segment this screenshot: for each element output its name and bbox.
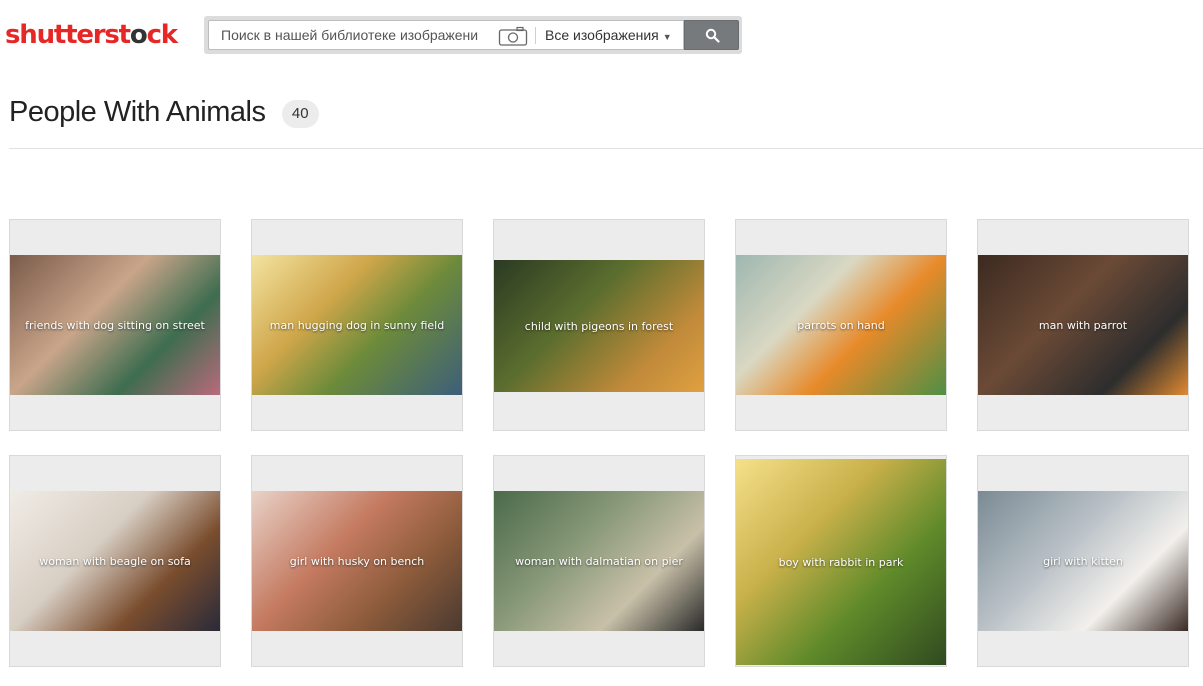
image-label: woman with beagle on sofa: [39, 554, 191, 568]
image-type-label: Все изображения: [545, 27, 659, 43]
logo-o: o: [129, 20, 148, 50]
image-tile[interactable]: boy with rabbit in park: [735, 455, 947, 667]
camera-icon[interactable]: [498, 26, 528, 46]
search-box: Все изображения▼: [208, 20, 684, 50]
image-thumbnail[interactable]: girl with kitten: [978, 491, 1188, 631]
image-thumbnail[interactable]: woman with dalmatian on pier: [494, 491, 704, 631]
image-tile[interactable]: friends with dog sitting on street: [9, 219, 221, 431]
image-thumbnail[interactable]: boy with rabbit in park: [736, 459, 946, 665]
title-divider: [9, 148, 1203, 149]
image-label: friends with dog sitting on street: [25, 318, 205, 332]
image-count-badge: 40: [281, 99, 319, 128]
image-thumbnail[interactable]: friends with dog sitting on street: [10, 255, 220, 395]
image-label: man with parrot: [1038, 318, 1128, 332]
image-thumbnail[interactable]: man with parrot: [978, 255, 1188, 395]
image-tile[interactable]: man hugging dog in sunny field: [251, 219, 463, 431]
header: shutterstock Все изображения▼: [0, 0, 1203, 70]
chevron-down-icon: ▼: [662, 32, 672, 42]
image-label: parrots on hand: [797, 318, 885, 332]
image-label: woman with dalmatian on pier: [515, 554, 683, 568]
image-label: child with pigeons in forest: [524, 319, 674, 333]
image-label: man hugging dog in sunny field: [269, 318, 445, 332]
image-label: boy with rabbit in park: [778, 555, 904, 569]
shutterstock-logo[interactable]: shutterstock: [5, 18, 179, 52]
page-title: People With Animals: [9, 96, 266, 128]
search-input[interactable]: [209, 21, 506, 49]
image-thumbnail[interactable]: child with pigeons in forest: [494, 260, 704, 392]
image-thumbnail[interactable]: man hugging dog in sunny field: [252, 255, 462, 395]
search-icon: [705, 28, 720, 43]
image-thumbnail[interactable]: woman with beagle on sofa: [10, 491, 220, 631]
search-button[interactable]: [684, 20, 739, 50]
image-thumbnail[interactable]: girl with husky on bench: [252, 491, 462, 631]
search-bar: Все изображения▼: [204, 16, 742, 54]
image-tile[interactable]: woman with dalmatian on pier: [493, 455, 705, 667]
image-label: girl with kitten: [1043, 554, 1123, 568]
image-tile[interactable]: girl with husky on bench: [251, 455, 463, 667]
image-label: girl with husky on bench: [289, 554, 425, 568]
logo-text-end: ck: [146, 20, 179, 50]
logo-text: shutterst: [5, 20, 131, 50]
title-row: People With Animals 40: [9, 92, 319, 132]
search-divider: [535, 27, 536, 44]
image-tile[interactable]: girl with kitten: [977, 455, 1189, 667]
image-tile[interactable]: child with pigeons in forest: [493, 219, 705, 431]
image-tile[interactable]: parrots on hand: [735, 219, 947, 431]
image-type-select[interactable]: Все изображения ▼: [545, 21, 672, 49]
image-tile[interactable]: man with parrot: [977, 219, 1189, 431]
image-tile[interactable]: woman with beagle on sofa: [9, 455, 221, 667]
image-thumbnail[interactable]: parrots on hand: [736, 255, 946, 395]
